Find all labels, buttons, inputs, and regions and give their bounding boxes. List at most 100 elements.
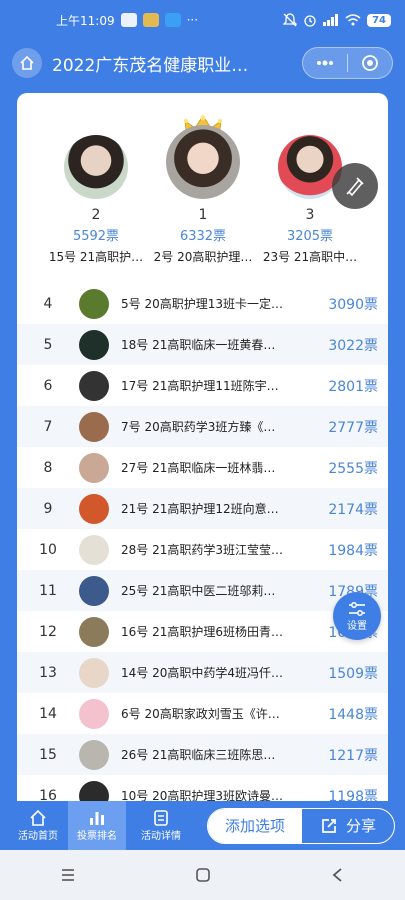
podium-name: 23号 21高职中… xyxy=(262,250,358,264)
row-votes: 1509票 xyxy=(328,665,378,682)
podium: 2 5592票 15号 21高职护… 1 6332票 2号 20高职护理… 3 … xyxy=(17,93,388,283)
menu-icon[interactable] xyxy=(60,868,76,882)
ranking-row[interactable]: 15 26号 21高职临床三班陈思梅… 1217票 xyxy=(17,734,388,775)
settings-button[interactable]: 设置 xyxy=(333,592,381,640)
row-name: 17号 21高职护理11班陈宇玲… xyxy=(121,379,285,393)
avatar xyxy=(79,739,109,770)
row-votes: 1984票 xyxy=(328,542,378,559)
avatar xyxy=(79,329,109,360)
ranking-row[interactable]: 14 6号 20高职家政刘雪玉《许… 1448票 xyxy=(17,693,388,734)
page-header: 2022广东茂名健康职业… xyxy=(0,40,405,86)
target-close-icon xyxy=(362,55,378,71)
podium-name: 15号 21高职护… xyxy=(48,250,144,264)
share-button[interactable]: 分享 xyxy=(302,809,394,843)
row-name: 25号 21高职中医二班邬莉婷… xyxy=(121,584,285,598)
bar-chart-icon xyxy=(90,812,104,825)
row-votes: 2555票 xyxy=(328,460,378,477)
ranking-row[interactable]: 7 7号 20高职药学3班方臻《我… 2777票 xyxy=(17,406,388,447)
status-bar: 上午11:09 ··· 74 xyxy=(0,0,405,40)
ranking-card: 2 5592票 15号 21高职护… 1 6332票 2号 20高职护理… 3 … xyxy=(17,93,388,813)
ranking-row[interactable]: 6 17号 21高职护理11班陈宇玲… 2801票 xyxy=(17,365,388,406)
nav-label: 活动详情 xyxy=(141,831,181,842)
settings-sliders-icon xyxy=(349,601,365,616)
avatar xyxy=(79,452,109,483)
signal-icon xyxy=(323,14,339,26)
ranking-row[interactable]: 5 18号 21高职临床一班黄春姐… 3022票 xyxy=(17,324,388,365)
podium-second[interactable]: 2 5592票 15号 21高职护… xyxy=(41,135,151,265)
add-option-button[interactable]: 添加选项 xyxy=(208,808,302,843)
avatar xyxy=(79,616,109,647)
home-icon xyxy=(30,809,46,826)
more-dots-icon xyxy=(317,60,333,66)
row-rank: 11 xyxy=(39,582,57,599)
row-name: 7号 20高职药学3班方臻《我… xyxy=(121,420,285,434)
home-icon xyxy=(20,55,34,70)
row-rank: 15 xyxy=(39,746,57,763)
row-name: 16号 21高职护理6班杨田青… xyxy=(121,625,283,639)
row-rank: 12 xyxy=(39,623,57,640)
row-name: 18号 21高职临床一班黄春姐… xyxy=(121,338,285,352)
action-group: 添加选项 分享 xyxy=(207,807,395,844)
nav-ranking[interactable]: 投票排名 xyxy=(68,801,126,850)
row-votes: 3090票 xyxy=(328,296,378,313)
row-name: 21号 21高职护理12班向意凡… xyxy=(121,502,285,516)
avatar xyxy=(79,657,109,688)
row-name: 27号 21高职临床一班林翡雅… xyxy=(121,461,285,475)
ranking-row[interactable]: 9 21号 21高职护理12班向意凡… 2174票 xyxy=(17,488,388,529)
row-name: 5号 20高职护理13班卡一定… xyxy=(121,297,283,311)
share-poster-button[interactable] xyxy=(332,163,378,209)
document-icon xyxy=(154,810,168,826)
ranking-list: 4 5号 20高职护理13班卡一定… 3090票 5 18号 21高职临床一班黄春姐… 3… xyxy=(17,283,388,813)
row-rank: 5 xyxy=(43,336,53,353)
app-notification-icon xyxy=(164,13,181,27)
row-rank: 10 xyxy=(39,541,57,558)
battery-icon: 74 xyxy=(367,13,391,27)
podium-rank: 3 xyxy=(305,207,315,223)
avatar xyxy=(79,575,109,606)
podium-votes: 3205票 xyxy=(286,229,334,244)
row-name: 6号 20高职家政刘雪玉《许… xyxy=(121,707,280,721)
brush-share-icon xyxy=(346,177,364,197)
wifi-icon xyxy=(345,14,361,26)
ranking-row[interactable]: 4 5号 20高职护理13班卡一定… 3090票 xyxy=(17,283,388,324)
avatar xyxy=(79,493,109,524)
ranking-row[interactable]: 8 27号 21高职临床一班林翡雅… 2555票 xyxy=(17,447,388,488)
avatar xyxy=(79,411,109,442)
home-square-icon[interactable] xyxy=(195,867,211,883)
status-time: 上午11:09 xyxy=(56,13,115,28)
page-title: 2022广东茂名健康职业… xyxy=(52,55,249,76)
close-mini-program-button[interactable] xyxy=(348,48,392,78)
ranking-row[interactable]: 10 28号 21高职药学3班江莹莹… 1984票 xyxy=(17,529,388,570)
back-icon[interactable] xyxy=(330,867,346,883)
nav-details[interactable]: 活动详情 xyxy=(126,801,196,850)
more-menu-button[interactable] xyxy=(303,48,347,78)
share-label: 分享 xyxy=(345,817,376,835)
ranking-row[interactable]: 1125号 21高职中医二班邬莉婷…1789票 xyxy=(17,570,388,611)
ranking-row[interactable]: 13 14号 20高职中药学4班冯仟… 1509票 xyxy=(17,652,388,693)
avatar xyxy=(64,135,128,199)
row-name: 26号 21高职临床三班陈思梅… xyxy=(121,748,285,762)
bottom-navigation: 活动首页 投票排名 活动详情 添加选项 分享 xyxy=(0,801,405,850)
row-votes: 1217票 xyxy=(328,747,378,764)
app-notification-icon xyxy=(142,13,159,27)
nav-home[interactable]: 活动首页 xyxy=(8,801,68,850)
avatar xyxy=(79,698,109,729)
home-button[interactable] xyxy=(12,48,42,78)
row-votes: 2174票 xyxy=(328,501,378,518)
podium-rank: 1 xyxy=(198,207,208,223)
row-rank: 14 xyxy=(39,705,57,722)
row-rank: 8 xyxy=(43,459,53,476)
settings-label: 设置 xyxy=(347,620,367,632)
podium-votes: 5592票 xyxy=(72,229,120,244)
nav-label: 活动首页 xyxy=(18,831,58,842)
nav-label: 投票排名 xyxy=(77,831,117,842)
podium-name: 2号 20高职护理… xyxy=(153,250,253,264)
podium-first[interactable]: 1 6332票 2号 20高职护理… xyxy=(148,115,258,265)
avatar xyxy=(79,288,109,319)
row-votes: 2777票 xyxy=(328,419,378,436)
row-votes: 3022票 xyxy=(328,337,378,354)
row-rank: 4 xyxy=(43,295,53,312)
row-rank: 9 xyxy=(43,500,53,517)
row-name: 14号 20高职中药学4班冯仟… xyxy=(121,666,283,680)
more-notifications-icon: ··· xyxy=(186,13,199,27)
